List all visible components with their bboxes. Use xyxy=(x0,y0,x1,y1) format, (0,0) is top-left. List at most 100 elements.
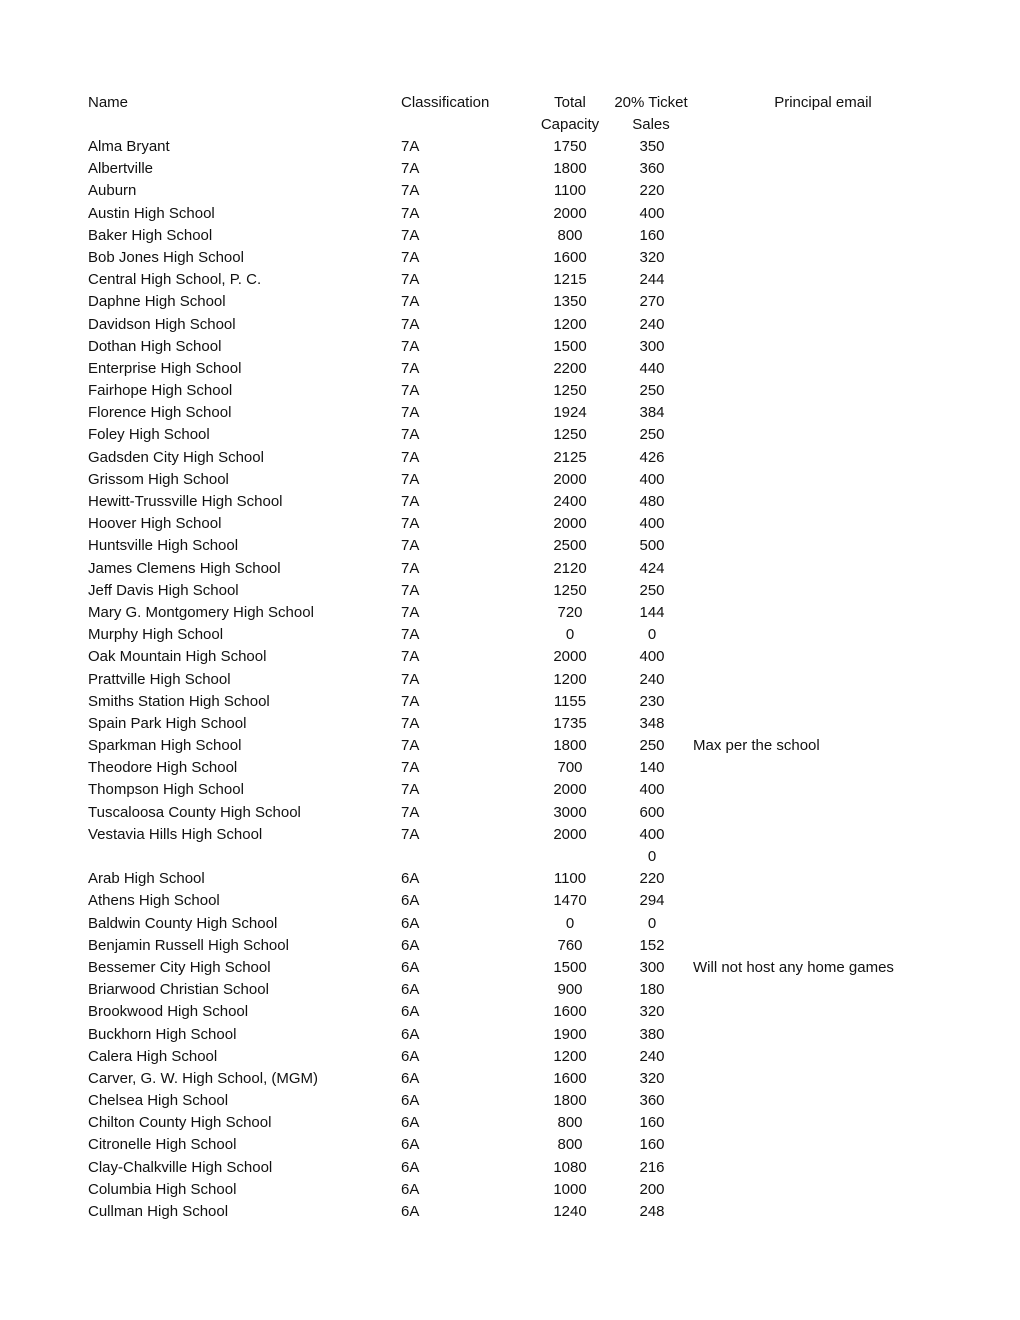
ticket-sales: 250 xyxy=(639,737,665,755)
ticket-sales: 400 xyxy=(639,825,665,843)
classification: 7A xyxy=(401,759,420,777)
total-capacity: 3000 xyxy=(553,803,587,821)
classification: 7A xyxy=(401,781,420,799)
school-name: Carver, G. W. High School, (MGM) xyxy=(88,1069,319,1087)
school-name: Buckhorn High School xyxy=(88,1025,237,1043)
ticket-sales: 248 xyxy=(639,1203,665,1220)
classification: 6A xyxy=(401,1136,420,1154)
classification: 7A xyxy=(401,493,420,510)
header-classification: Classification xyxy=(401,94,490,111)
principal-note: Max per the school xyxy=(693,737,820,755)
school-name: Spain Park High School xyxy=(88,714,247,732)
total-capacity: 1350 xyxy=(553,293,587,311)
total-capacity: 1100 xyxy=(553,182,587,200)
ticket-sales: 360 xyxy=(639,1092,665,1110)
total-capacity: 760 xyxy=(557,936,583,954)
classification: 7A xyxy=(401,692,420,710)
school-name: Cullman High School xyxy=(88,1203,229,1220)
classification: 7A xyxy=(401,803,420,821)
ticket-sales: 500 xyxy=(639,537,665,555)
total-capacity: 1080 xyxy=(553,1158,587,1176)
classification: 7A xyxy=(401,138,420,155)
total-capacity: 2000 xyxy=(553,470,587,488)
ticket-sales: 0 xyxy=(647,914,657,932)
ticket-sales: 426 xyxy=(639,448,665,466)
school-name: Albertville xyxy=(88,160,154,178)
ticket-sales: 400 xyxy=(639,781,665,799)
school-name: Florence High School xyxy=(88,404,232,422)
ticket-sales: 240 xyxy=(639,1047,665,1065)
classification: 7A xyxy=(401,160,420,178)
school-name: Enterprise High School xyxy=(88,359,242,377)
classification: 7A xyxy=(401,603,420,621)
school-name: Briarwood Christian School xyxy=(88,981,269,999)
school-name: Citronelle High School xyxy=(88,1136,237,1154)
school-name: Oak Mountain High School xyxy=(88,648,267,666)
total-capacity: 2500 xyxy=(553,537,587,555)
ticket-sales: 270 xyxy=(639,293,665,311)
school-name: Chelsea High School xyxy=(88,1092,229,1110)
total-capacity: 1100 xyxy=(553,870,587,888)
classification: 7A xyxy=(401,670,420,688)
ticket-sales: 400 xyxy=(639,515,665,533)
total-capacity: 700 xyxy=(557,759,583,777)
ticket-sales: 216 xyxy=(639,1158,665,1176)
total-capacity: 1200 xyxy=(553,670,587,688)
ticket-sales: 294 xyxy=(639,892,665,910)
total-capacity: 0 xyxy=(565,914,575,932)
ticket-sales: 250 xyxy=(639,426,665,444)
total-capacity: 1600 xyxy=(553,1069,587,1087)
total-capacity: 900 xyxy=(557,981,583,999)
classification: 7A xyxy=(401,293,420,311)
total-capacity: 1200 xyxy=(553,315,587,333)
total-capacity: 1250 xyxy=(553,426,587,444)
classification: 7A xyxy=(401,404,420,422)
classification: 6A xyxy=(401,958,420,976)
total-capacity: 1250 xyxy=(553,382,587,400)
ticket-sales: 380 xyxy=(639,1025,665,1043)
total-capacity: 2000 xyxy=(553,648,587,666)
ticket-sales: 230 xyxy=(639,692,665,710)
school-name: Hewitt-Trussville High School xyxy=(88,493,283,510)
total-capacity: 0 xyxy=(565,626,575,644)
classification: 7A xyxy=(401,426,420,444)
ticket-sales: 600 xyxy=(639,803,665,821)
school-name: James Clemens High School xyxy=(88,559,281,577)
school-name: Dothan High School xyxy=(88,337,222,355)
total-capacity: 800 xyxy=(557,226,583,244)
ticket-sales: 160 xyxy=(639,226,665,244)
ticket-sales: 220 xyxy=(639,870,665,888)
ticket-sales: 250 xyxy=(639,581,665,599)
school-name: Benjamin Russell High School xyxy=(88,936,289,954)
school-name: Mary G. Montgomery High School xyxy=(88,603,314,621)
school-name: Vestavia Hills High School xyxy=(88,825,263,843)
classification: 6A xyxy=(401,1158,420,1176)
header-total-capacity: Total Capacity xyxy=(540,94,600,133)
school-name: Sparkman High School xyxy=(88,737,242,755)
school-name: Auburn xyxy=(88,182,137,200)
ticket-sales: 220 xyxy=(639,182,665,200)
ticket-sales: 424 xyxy=(639,559,665,577)
classification: 7A xyxy=(401,825,420,843)
school-name: Smiths Station High School xyxy=(88,692,270,710)
school-name: Alma Bryant xyxy=(88,138,170,155)
classification: 6A xyxy=(401,914,420,932)
total-capacity: 2000 xyxy=(553,204,587,222)
school-name: Fairhope High School xyxy=(88,382,233,400)
school-name: Brookwood High School xyxy=(88,1003,249,1021)
classification: 6A xyxy=(401,1180,420,1198)
ticket-sales: 250 xyxy=(639,382,665,400)
school-name: Prattville High School xyxy=(88,670,231,688)
school-name: Grissom High School xyxy=(88,470,229,488)
school-name: Tuscaloosa County High School xyxy=(88,803,301,821)
total-capacity: 1924 xyxy=(553,404,587,422)
school-name: Hoover High School xyxy=(88,515,222,533)
header-name: Name xyxy=(88,94,129,111)
classification: 7A xyxy=(401,337,420,355)
classification: 6A xyxy=(401,1047,420,1065)
classification: 7A xyxy=(401,559,420,577)
classification: 7A xyxy=(401,182,420,200)
total-capacity: 2000 xyxy=(553,825,587,843)
total-capacity: 1240 xyxy=(553,1203,587,1220)
classification: 6A xyxy=(401,892,420,910)
